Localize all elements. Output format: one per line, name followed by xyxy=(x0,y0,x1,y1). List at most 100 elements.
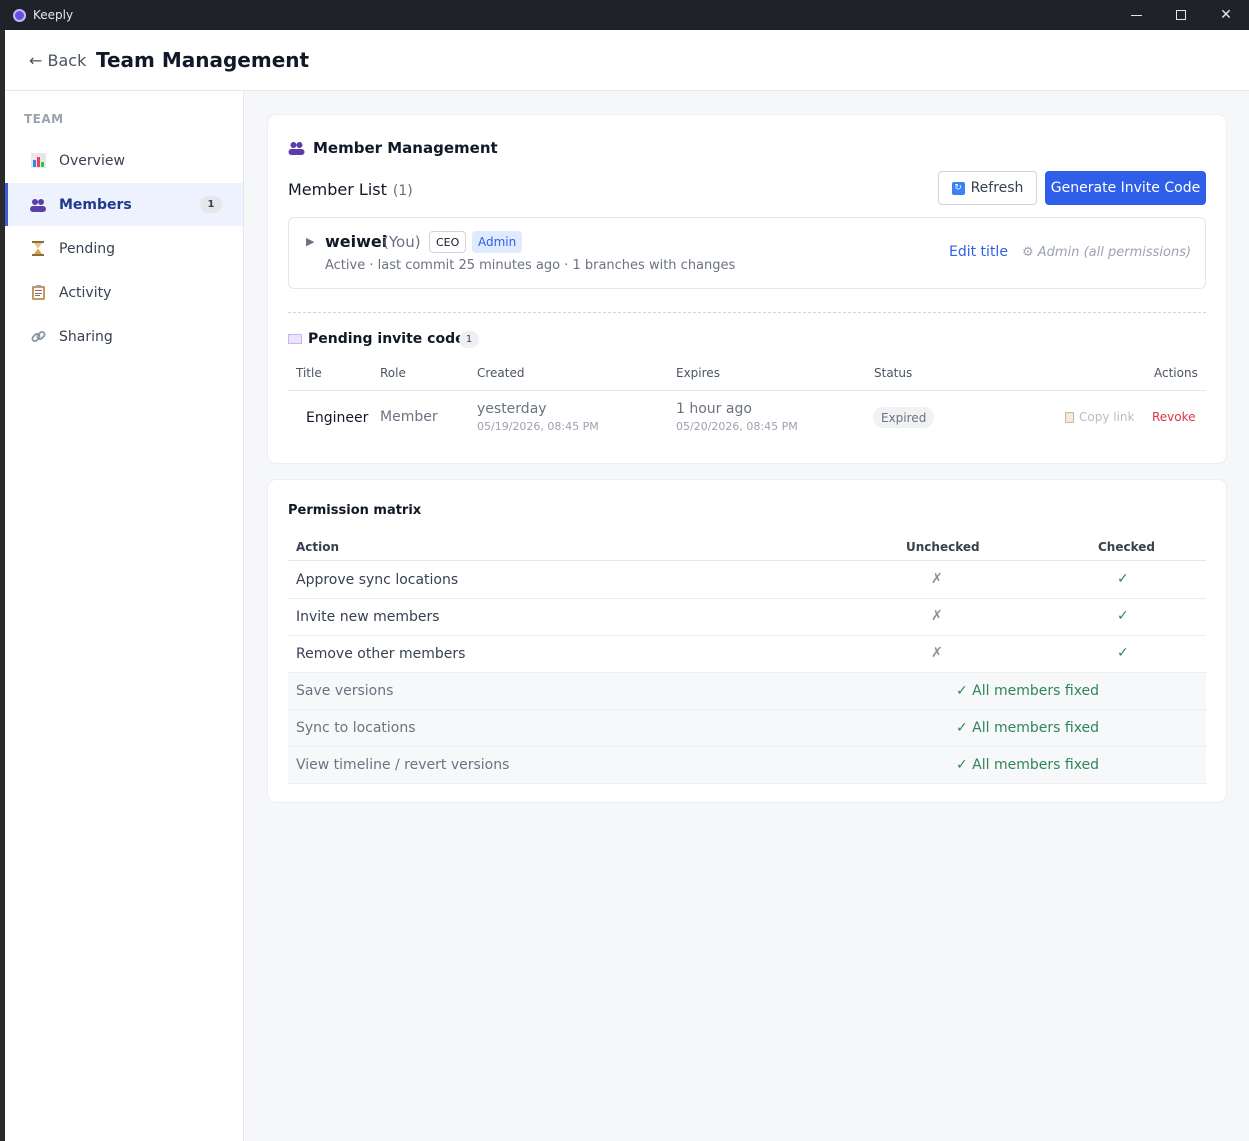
minimize-icon xyxy=(1130,14,1142,16)
permission-action: Approve sync locations xyxy=(296,572,459,588)
permission-action: Remove other members xyxy=(296,646,466,662)
status-badge: Expired xyxy=(873,407,935,428)
member-management-card: Member Management Member List (1) ↻ Refre… xyxy=(268,115,1226,463)
member-management-heading: Member Management xyxy=(288,139,498,157)
close-button[interactable]: ✕ xyxy=(1203,0,1249,30)
column-header-title: Title xyxy=(296,366,322,380)
pending-invites-count: 1 xyxy=(459,331,479,348)
link-icon xyxy=(30,329,46,345)
invite-created: yesterday xyxy=(477,401,547,417)
permission-row-fixed: Save versions ✓ All members fixed xyxy=(288,673,1206,710)
column-header-actions: Actions xyxy=(1154,366,1198,380)
page-title: Team Management xyxy=(96,48,310,72)
permission-row-fixed: Sync to locations ✓ All members fixed xyxy=(288,710,1206,747)
sidebar-item-label: Activity xyxy=(59,284,112,301)
member-permissions: ⚙ Admin (all permissions) xyxy=(1022,245,1192,260)
sidebar-item-label: Overview xyxy=(59,152,125,169)
sidebar-item-pending[interactable]: Pending xyxy=(5,227,243,270)
member-you-label: (You) xyxy=(383,233,421,251)
member-list-label: Member List xyxy=(288,180,387,199)
checked-checkmark-icon: ✓ xyxy=(1117,645,1129,661)
page-header: ← Back Team Management xyxy=(5,30,1249,91)
clipboard-icon xyxy=(30,285,46,301)
envelope-icon xyxy=(288,334,302,344)
sidebar-item-overview[interactable]: Overview xyxy=(5,139,243,182)
member-list-heading: Member List (1) xyxy=(288,180,413,199)
permission-row: Remove other members ✗ ✓ xyxy=(288,636,1206,673)
all-members-fixed-label: ✓ All members fixed xyxy=(956,757,1100,773)
revoke-button[interactable]: Revoke xyxy=(1152,410,1196,424)
column-header-action: Action xyxy=(296,540,340,554)
members-count-badge: 1 xyxy=(200,196,222,213)
checked-checkmark-icon: ✓ xyxy=(1117,571,1129,587)
unchecked-cross-icon: ✗ xyxy=(931,645,943,661)
unchecked-cross-icon: ✗ xyxy=(931,608,943,624)
pending-invites-heading: Pending invite codes xyxy=(288,331,473,347)
copy-link-button[interactable]: Copy link xyxy=(1065,410,1134,424)
all-members-fixed-label: ✓ All members fixed xyxy=(956,683,1100,699)
expand-triangle-icon[interactable]: ▶ xyxy=(306,235,314,248)
maximize-button[interactable] xyxy=(1158,0,1204,30)
invite-title: Engineer xyxy=(306,410,369,426)
close-icon: ✕ xyxy=(1220,7,1232,23)
generate-invite-code-button[interactable]: Generate Invite Code xyxy=(1045,171,1206,205)
member-name: weiwei xyxy=(325,232,388,251)
sidebar-item-activity[interactable]: Activity xyxy=(5,271,243,314)
permission-row: Approve sync locations ✗ ✓ xyxy=(288,562,1206,599)
window-titlebar: Keeply ✕ xyxy=(0,0,1249,30)
sidebar-item-label: Sharing xyxy=(59,328,113,345)
sidebar-item-members[interactable]: Members 1 xyxy=(5,183,243,226)
people-icon xyxy=(288,142,305,155)
sidebar-item-label: Pending xyxy=(59,240,115,257)
permission-matrix-title: Permission matrix xyxy=(288,503,422,518)
refresh-icon: ↻ xyxy=(951,181,965,195)
permission-row: Invite new members ✗ ✓ xyxy=(288,599,1206,636)
column-header-role: Role xyxy=(380,366,406,380)
permission-action: Sync to locations xyxy=(296,720,416,736)
unchecked-cross-icon: ✗ xyxy=(931,571,943,587)
member-management-title: Member Management xyxy=(313,139,498,157)
member-role-badge: Admin xyxy=(472,231,523,253)
pending-invites-title: Pending invite codes xyxy=(308,331,473,347)
minimize-button[interactable] xyxy=(1113,0,1159,30)
member-meta: Active · last commit 25 minutes ago · 1 … xyxy=(325,258,736,273)
invite-role: Member xyxy=(380,409,438,425)
column-header-status: Status xyxy=(874,366,913,380)
permission-action: Invite new members xyxy=(296,609,440,625)
all-members-fixed-label: ✓ All members fixed xyxy=(956,720,1100,736)
column-header-created: Created xyxy=(477,366,525,380)
refresh-button-label: Refresh xyxy=(970,180,1024,196)
permission-action: Save versions xyxy=(296,683,394,699)
column-header-expires: Expires xyxy=(676,366,720,380)
chart-icon xyxy=(30,153,46,169)
invite-expires-exact: 05/20/2026, 08:45 PM xyxy=(676,420,798,433)
edit-title-link[interactable]: Edit title xyxy=(949,244,1008,260)
permission-matrix-header: Action Unchecked Checked xyxy=(288,532,1206,561)
sidebar-item-sharing[interactable]: Sharing xyxy=(5,315,243,358)
refresh-button[interactable]: ↻ Refresh xyxy=(938,171,1037,205)
people-icon xyxy=(30,197,46,213)
sidebar-section-title: TEAM xyxy=(24,112,64,126)
permission-matrix-card: Permission matrix Action Unchecked Check… xyxy=(268,480,1226,802)
invite-created-exact: 05/19/2026, 08:45 PM xyxy=(477,420,599,433)
member-row: ▶ weiwei (You) CEO Admin Active · last c… xyxy=(288,217,1206,289)
column-header-unchecked: Unchecked xyxy=(906,540,980,554)
permission-row-fixed: View timeline / revert versions ✓ All me… xyxy=(288,747,1206,784)
copy-link-label: Copy link xyxy=(1079,410,1135,424)
sidebar: TEAM Overview Members 1 Pending Activity… xyxy=(5,91,244,1141)
main-content: Member Management Member List (1) ↻ Refre… xyxy=(244,91,1249,1141)
invite-expires: 1 hour ago xyxy=(676,401,752,417)
column-header-checked: Checked xyxy=(1098,540,1155,554)
app-name: Keeply xyxy=(33,8,74,22)
member-title-tag: CEO xyxy=(429,231,467,253)
divider xyxy=(288,312,1206,313)
checked-checkmark-icon: ✓ xyxy=(1117,608,1129,624)
keeply-logo-icon xyxy=(13,8,26,22)
permission-action: View timeline / revert versions xyxy=(296,757,510,773)
member-list-count: (1) xyxy=(392,183,413,199)
table-header-divider xyxy=(288,390,1206,391)
back-button[interactable]: ← Back xyxy=(29,51,86,70)
sidebar-item-label: Members xyxy=(59,196,132,213)
clipboard-icon xyxy=(1065,411,1074,423)
hourglass-icon xyxy=(30,241,46,257)
